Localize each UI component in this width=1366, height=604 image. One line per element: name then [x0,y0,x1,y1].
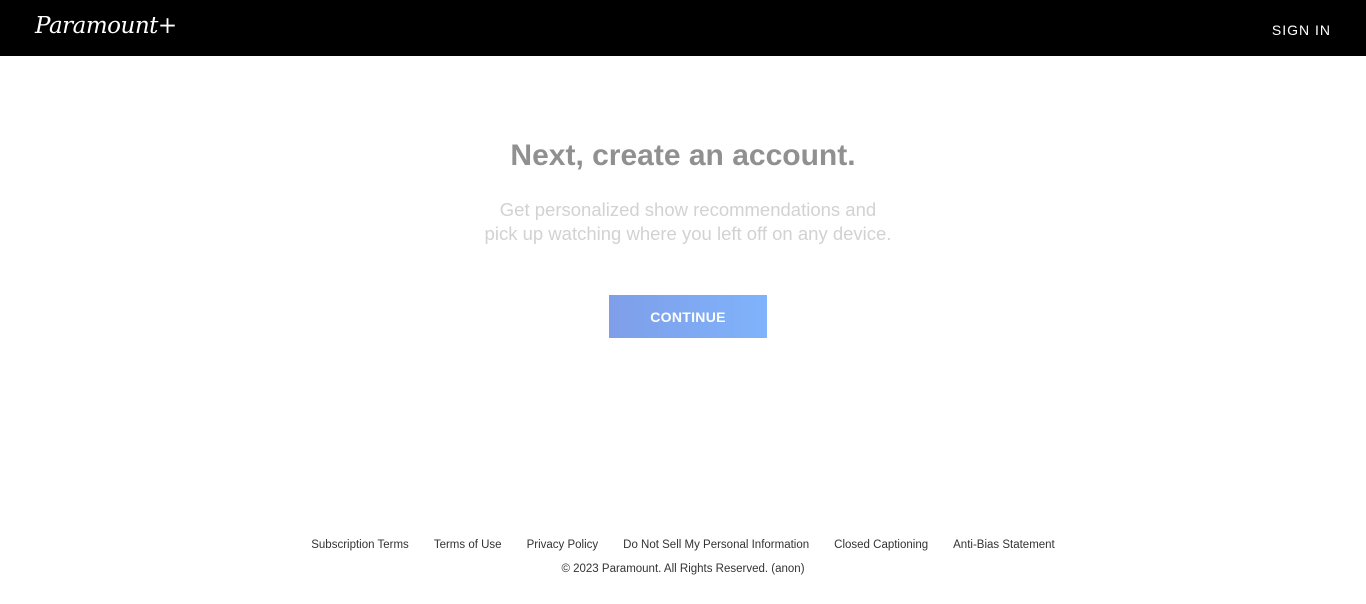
paramount-plus-logo[interactable]: Paramount+ [35,8,177,44]
footer-links: Subscription Terms Terms of Use Privacy … [0,537,1366,553]
continue-button[interactable]: CONTINUE [609,295,767,338]
page-description: Get personalized show recommendations an… [484,199,892,244]
copyright-notice: © 2023 Paramount. All Rights Reserved. (… [561,563,805,575]
footer-link-privacy-policy[interactable]: Privacy Policy [527,537,599,553]
footer-link-subscription-terms[interactable]: Subscription Terms [311,537,409,553]
footer-link-do-not-sell[interactable]: Do Not Sell My Personal Information [623,537,809,553]
sign-in-link[interactable]: SIGN IN [1272,21,1331,39]
page-title: Next, create an account. [510,139,856,172]
footer-link-closed-captioning[interactable]: Closed Captioning [834,537,928,553]
top-navigation-bar: Paramount+ SIGN IN [0,0,1366,56]
footer-link-terms-of-use[interactable]: Terms of Use [434,537,502,553]
footer-link-anti-bias-statement[interactable]: Anti-Bias Statement [953,537,1055,553]
